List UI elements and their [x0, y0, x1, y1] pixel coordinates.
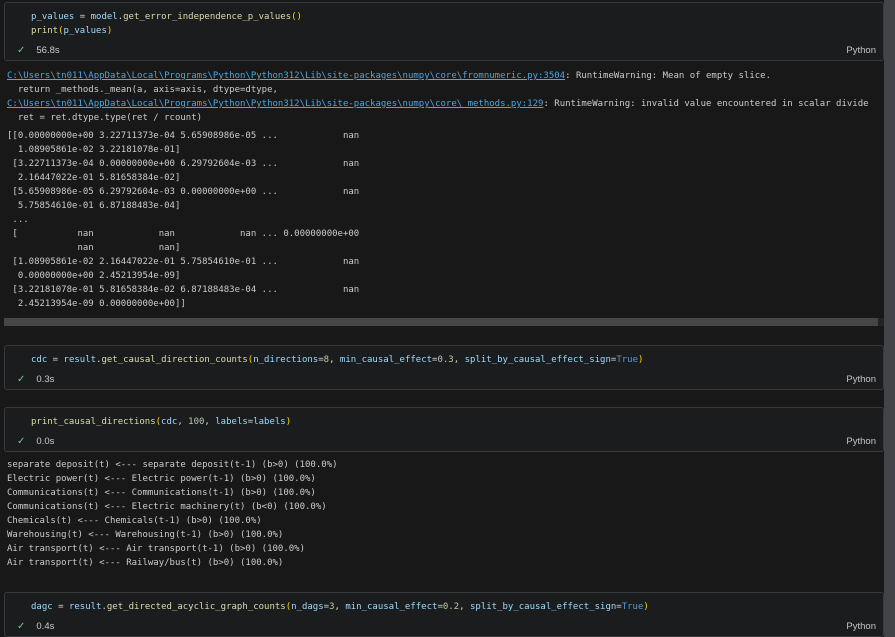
output-line: C:\Users\tn011\AppData\Local\Programs\Py… [7, 97, 884, 111]
cell-status-bar: ✓ 0.0s Python [5, 431, 883, 451]
code-line: dagc = result.get_directed_acyclic_graph… [31, 600, 875, 614]
success-check-icon: ✓ [17, 374, 25, 385]
success-check-icon: ✓ [17, 45, 25, 56]
stderr-output: C:\Users\tn011\AppData\Local\Programs\Py… [0, 69, 884, 125]
vertical-scrollbar[interactable] [884, 0, 895, 637]
output-line: Electric power(t) <--- Electric power(t-… [7, 472, 884, 486]
code-line: p_values = model.get_error_independence_… [31, 10, 875, 24]
code-editor[interactable]: cdc = result.get_causal_direction_counts… [5, 346, 883, 367]
execution-time: 0.3s [36, 374, 54, 385]
cell-status-bar: ✓ 0.3s Python [5, 369, 883, 389]
code-line: print_causal_directions(cdc, 100, labels… [31, 415, 875, 429]
cell-dagc: dagc = result.get_directed_acyclic_graph… [4, 592, 884, 637]
language-label[interactable]: Python [846, 45, 876, 56]
execution-time: 0.4s [36, 621, 54, 632]
output-scrollbar-track [4, 318, 884, 326]
output-line: 2.16447022e-01 5.81658384e-02] [7, 171, 884, 185]
code-editor[interactable]: p_values = model.get_error_independence_… [5, 3, 883, 38]
output-line: Communications(t) <--- Communications(t-… [7, 486, 884, 500]
cell-status-bar: ✓ 56.8s Python [5, 40, 883, 60]
output-line: separate deposit(t) <--- separate deposi… [7, 458, 884, 472]
output-line: [3.22711373e-04 0.00000000e+00 6.2979260… [7, 157, 884, 171]
output-line: Warehousing(t) <--- Warehousing(t-1) (b>… [7, 528, 884, 542]
cell-status-bar: ✓ 0.4s Python [5, 616, 883, 636]
language-label[interactable]: Python [846, 621, 876, 632]
output-line: [5.65908986e-05 6.29792604e-03 0.0000000… [7, 185, 884, 199]
code-line: print(p_values) [31, 24, 875, 38]
notebook-editor: p_values = model.get_error_independence_… [0, 0, 884, 637]
language-label[interactable]: Python [846, 436, 876, 447]
output-line: 1.08905861e-02 3.22181078e-01] [7, 143, 884, 157]
output-line: 2.45213954e-09 0.00000000e+00]] [7, 297, 884, 311]
output-line: return _methods._mean(a, axis=axis, dtyp… [7, 83, 884, 97]
success-check-icon: ✓ [17, 436, 25, 447]
execution-time: 0.0s [36, 436, 54, 447]
output-line: Air transport(t) <--- Air transport(t-1)… [7, 542, 884, 556]
code-editor[interactable]: print_causal_directions(cdc, 100, labels… [5, 408, 883, 429]
output-line: nan nan] [7, 241, 884, 255]
causal-directions-output: separate deposit(t) <--- separate deposi… [0, 458, 884, 570]
output-line: Communications(t) <--- Electric machiner… [7, 500, 884, 514]
matrix-output: [[0.00000000e+00 3.22711373e-04 5.659089… [0, 129, 884, 311]
output-line: [1.08905861e-02 2.16447022e-01 5.7585461… [7, 255, 884, 269]
output-line: 5.75854610e-01 6.87188483e-04] [7, 199, 884, 213]
language-label[interactable]: Python [846, 374, 876, 385]
output-line: [ nan nan nan ... 0.00000000e+00 [7, 227, 884, 241]
output-line: [3.22181078e-01 5.81658384e-02 6.8718848… [7, 283, 884, 297]
output-line: Chemicals(t) <--- Chemicals(t-1) (b>0) (… [7, 514, 884, 528]
output-line: ret = ret.dtype.type(ret / rcount) [7, 111, 884, 125]
code-line: cdc = result.get_causal_direction_counts… [31, 353, 875, 367]
output-line: C:\Users\tn011\AppData\Local\Programs\Py… [7, 69, 884, 83]
output-line: 0.00000000e+00 2.45213954e-09] [7, 269, 884, 283]
output-line: ... [7, 213, 884, 227]
output-line: Air transport(t) <--- Railway/bus(t) (b>… [7, 556, 884, 570]
file-link[interactable]: C:\Users\tn011\AppData\Local\Programs\Py… [7, 71, 565, 81]
cell-cdc: cdc = result.get_causal_direction_counts… [4, 345, 884, 390]
cell-p-values: p_values = model.get_error_independence_… [4, 2, 884, 61]
file-link[interactable]: C:\Users\tn011\AppData\Local\Programs\Py… [7, 99, 543, 109]
output-line: [[0.00000000e+00 3.22711373e-04 5.659089… [7, 129, 884, 143]
cell-print-directions: print_causal_directions(cdc, 100, labels… [4, 407, 884, 452]
success-check-icon: ✓ [17, 621, 25, 632]
horizontal-scrollbar-thumb[interactable] [4, 318, 878, 326]
code-editor[interactable]: dagc = result.get_directed_acyclic_graph… [5, 593, 883, 614]
execution-time: 56.8s [36, 45, 59, 56]
